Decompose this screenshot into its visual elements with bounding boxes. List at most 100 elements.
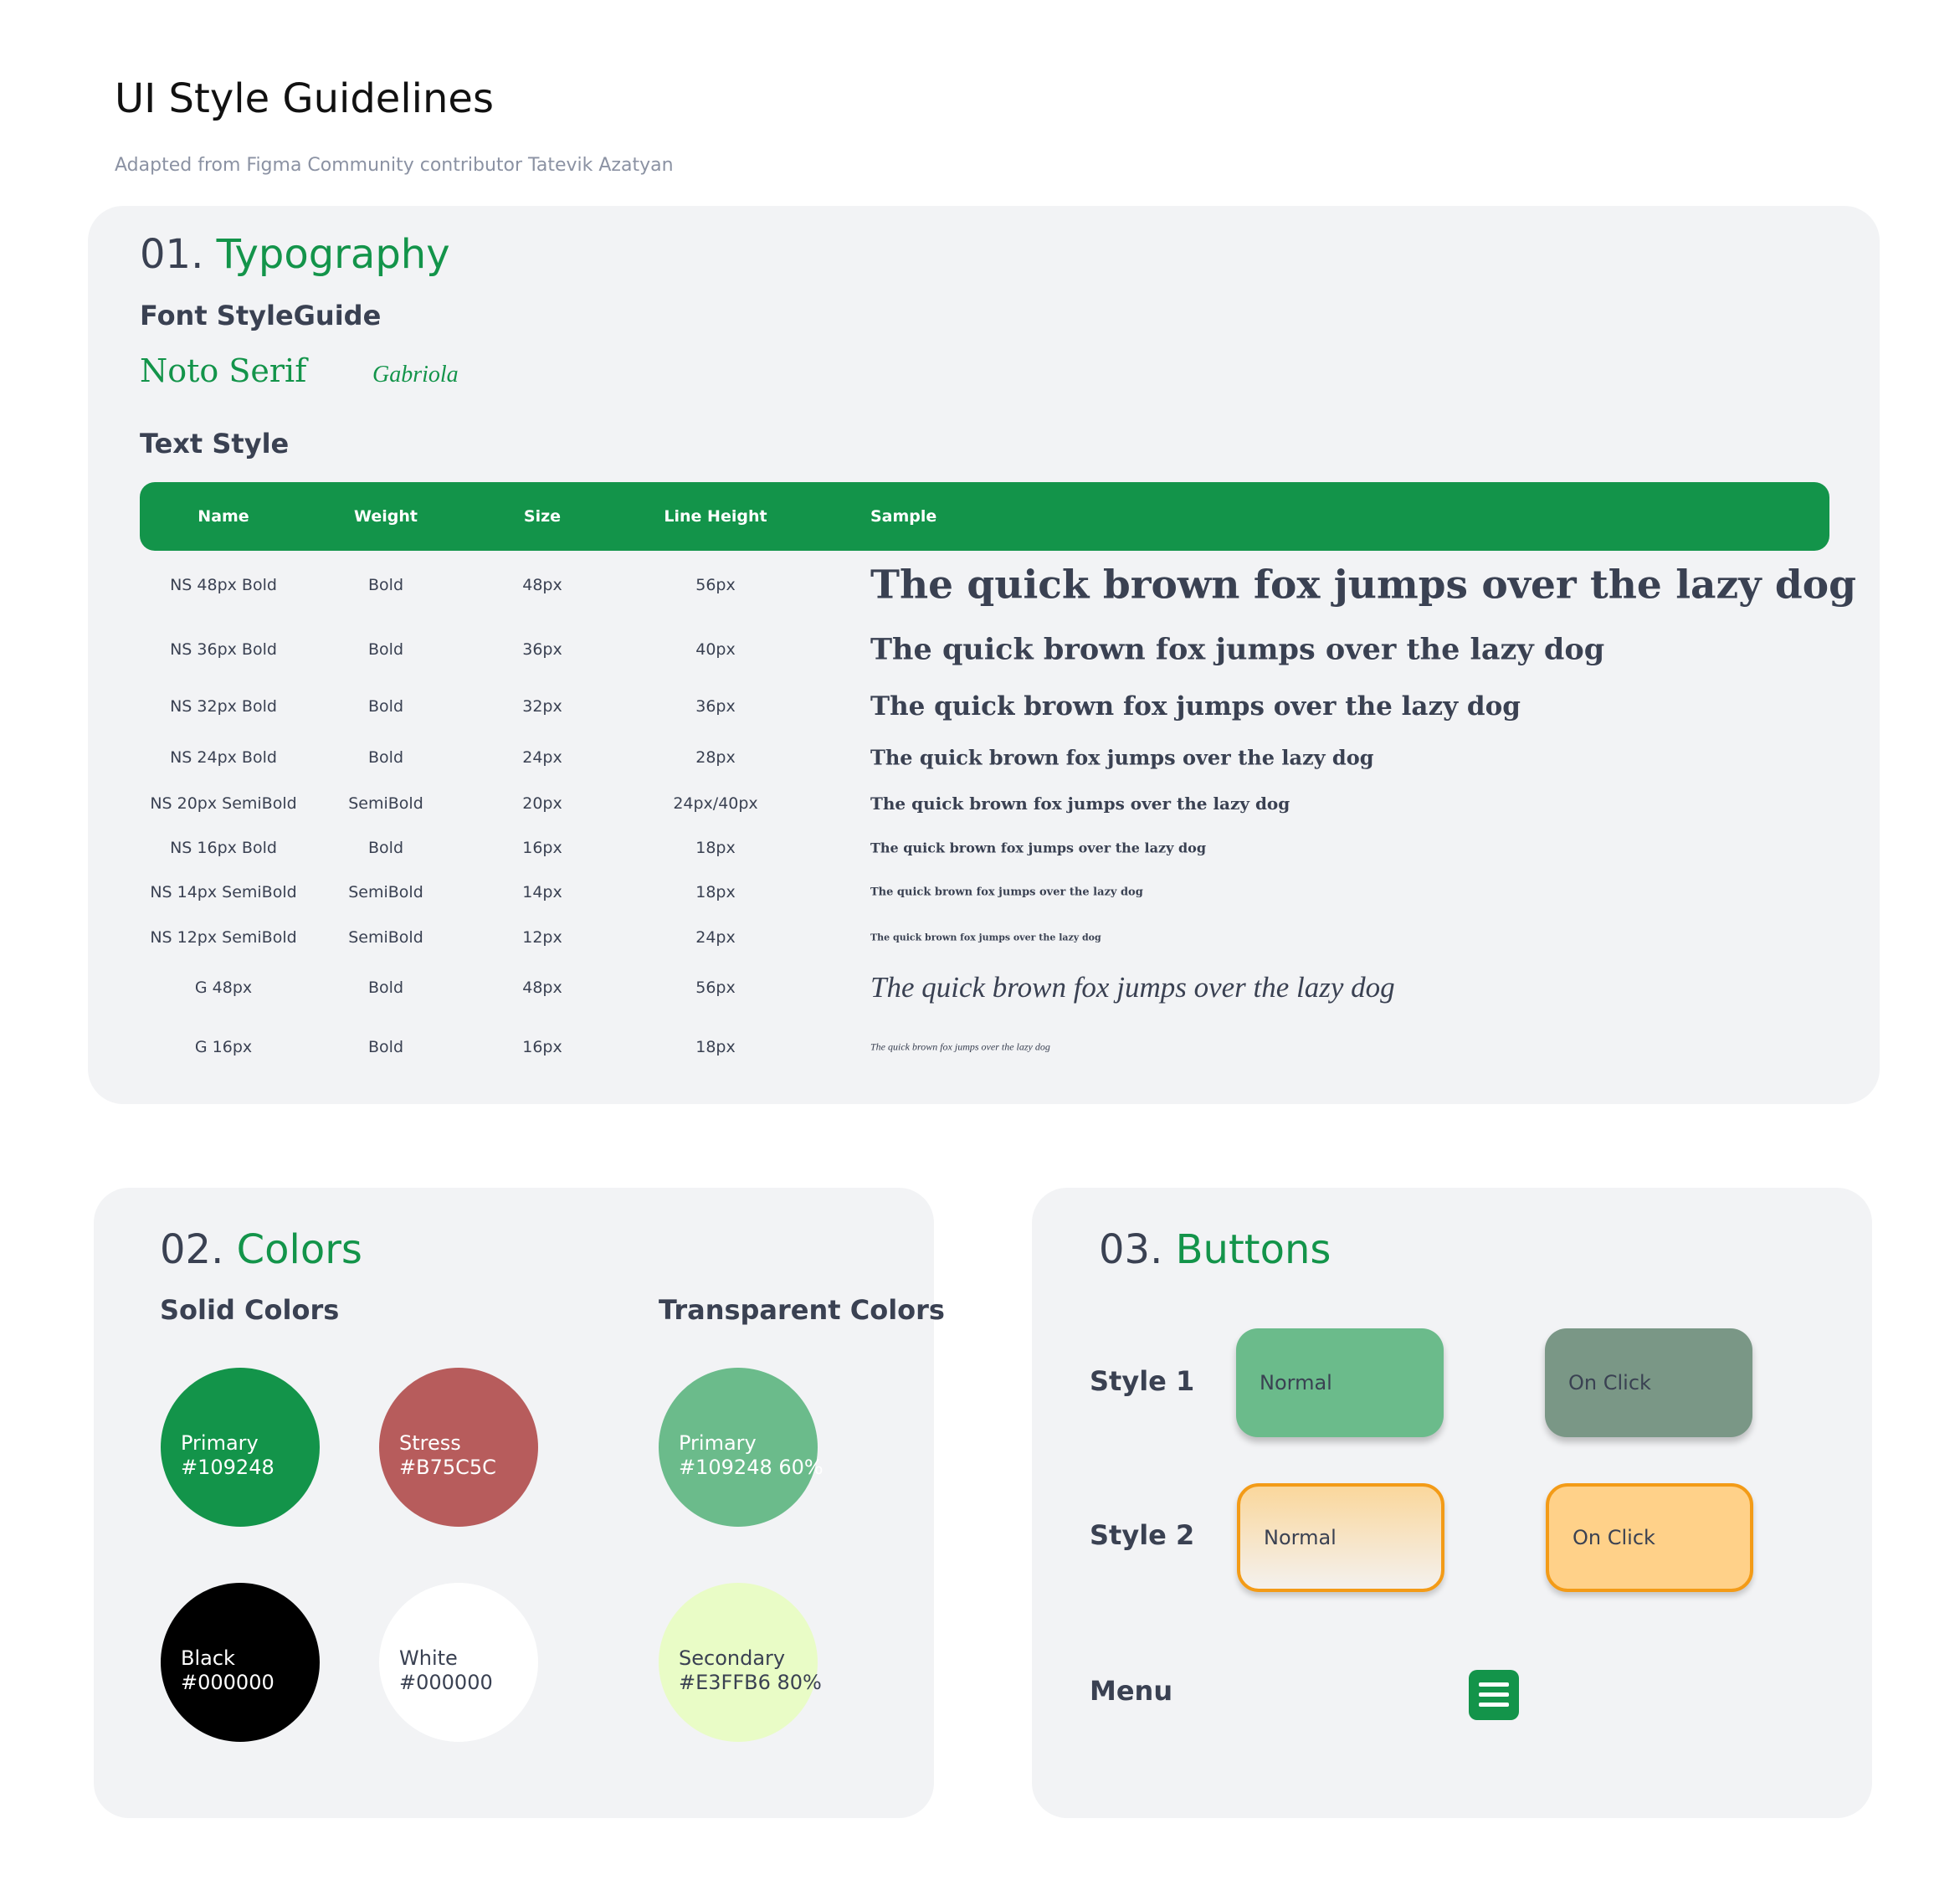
typography-card: 01. Typography Font StyleGuide Noto Seri… (88, 206, 1880, 1104)
swatch-label: Black #000000 (181, 1646, 275, 1695)
swatch-hex: #E3FFB6 80% (679, 1671, 822, 1694)
cell-name: NS 36px Bold (170, 640, 277, 659)
cell-size: 12px (522, 928, 562, 947)
section-number: 02. (160, 1226, 224, 1273)
style-2-normal-button[interactable]: Normal (1237, 1483, 1444, 1592)
style-2-on-click-button[interactable]: On Click (1546, 1483, 1753, 1592)
transparent-colors-heading: Transparent Colors (659, 1294, 945, 1326)
swatch-label: Stress #B75C5C (399, 1431, 496, 1480)
swatch-hex: #B75C5C (399, 1456, 496, 1479)
cell-line-height: 24px (695, 928, 736, 947)
style-1-normal-button[interactable]: Normal (1236, 1328, 1444, 1437)
menu-bar (1479, 1692, 1509, 1697)
style-1-label: Style 1 (1090, 1365, 1195, 1397)
swatch-label: Primary #109248 (181, 1431, 275, 1480)
style-1-on-click-button[interactable]: On Click (1545, 1328, 1752, 1437)
cell-line-height: 56px (695, 576, 736, 594)
cell-weight: Bold (368, 748, 403, 767)
solid-colors-heading: Solid Colors (160, 1294, 340, 1326)
cell-sample: The quick brown fox jumps over the lazy … (870, 840, 1206, 856)
cell-weight: Bold (368, 1038, 403, 1056)
cell-weight: SemiBold (348, 928, 423, 947)
cell-line-height: 18px (695, 883, 736, 901)
cell-weight: SemiBold (348, 794, 423, 813)
swatch-name: Stress (399, 1431, 461, 1455)
column-header-line-height: Line Height (664, 507, 767, 526)
buttons-section-title: 03. Buttons (1099, 1226, 1331, 1273)
cell-name: NS 16px Bold (170, 839, 277, 857)
swatch-name: Primary (181, 1431, 259, 1455)
cell-name: NS 48px Bold (170, 576, 277, 594)
cell-size: 24px (522, 748, 562, 767)
hamburger-menu-icon[interactable] (1469, 1670, 1519, 1720)
color-swatch: Black #000000 (161, 1583, 320, 1742)
cell-line-height: 36px (695, 697, 736, 716)
column-header-name: Name (198, 507, 249, 526)
swatch-name: Secondary (679, 1646, 786, 1670)
cell-weight: SemiBold (348, 883, 423, 901)
cell-size: 16px (522, 839, 562, 857)
menu-bar (1479, 1703, 1509, 1707)
cell-sample: The quick brown fox jumps over the lazy … (870, 971, 1395, 1004)
cell-sample: The quick brown fox jumps over the lazy … (870, 1040, 1050, 1053)
cell-name: G 16px (194, 1038, 253, 1056)
button-label: Normal (1264, 1526, 1337, 1549)
cell-line-height: 28px (695, 748, 736, 767)
cell-name: NS 24px Bold (170, 748, 277, 767)
swatch-label: Secondary #E3FFB6 80% (679, 1646, 822, 1695)
cell-weight: Bold (368, 640, 403, 659)
cell-size: 16px (522, 1038, 562, 1056)
cell-size: 14px (522, 883, 562, 901)
font-sample-gabriola: Gabriola (372, 362, 459, 388)
color-swatch: Primary #109248 (161, 1368, 320, 1527)
style-2-label: Style 2 (1090, 1519, 1195, 1551)
button-label: On Click (1568, 1371, 1651, 1394)
cell-name: NS 12px SemiBold (150, 928, 297, 947)
cell-sample: The quick brown fox jumps over the lazy … (870, 745, 1374, 770)
section-name: Buttons (1175, 1226, 1331, 1273)
swatch-label: White #000000 (399, 1646, 493, 1695)
cell-size: 20px (522, 794, 562, 813)
cell-line-height: 18px (695, 1038, 736, 1056)
table-header: Name Weight Size Line Height Sample (140, 482, 1829, 551)
cell-sample: The quick brown fox jumps over the lazy … (870, 562, 1856, 609)
cell-line-height: 18px (695, 839, 736, 857)
cell-size: 32px (522, 697, 562, 716)
color-swatch: Primary #109248 60% (659, 1368, 824, 1527)
cell-sample: The quick brown fox jumps over the lazy … (870, 691, 1521, 722)
cell-size: 48px (522, 978, 562, 997)
buttons-card: 03. Buttons Style 1 Normal On Click Styl… (1032, 1188, 1872, 1818)
page-title: UI Style Guidelines (115, 75, 494, 122)
typography-section-title: 01. Typography (140, 231, 450, 278)
swatch-name: Primary (679, 1431, 757, 1455)
swatch-label: Primary #109248 60% (679, 1431, 824, 1480)
page-subtitle: Adapted from Figma Community contributor… (115, 155, 674, 176)
section-number: 03. (1099, 1226, 1163, 1273)
colors-section-title: 02. Colors (160, 1226, 362, 1273)
color-swatch: White #000000 (379, 1583, 538, 1742)
column-header-sample: Sample (870, 507, 937, 526)
cell-name: G 48px (194, 978, 253, 997)
cell-sample: The quick brown fox jumps over the lazy … (870, 932, 1101, 943)
cell-line-height: 24px/40px (673, 794, 758, 813)
cell-weight: Bold (368, 839, 403, 857)
color-swatch: Secondary #E3FFB6 80% (659, 1583, 822, 1742)
section-name: Colors (236, 1226, 362, 1273)
cell-size: 36px (522, 640, 562, 659)
cell-weight: Bold (368, 576, 403, 594)
swatch-hex: #109248 (181, 1456, 275, 1479)
cell-size: 48px (522, 576, 562, 594)
section-number: 01. (140, 231, 204, 278)
cell-name: NS 14px SemiBold (150, 883, 297, 901)
swatch-hex: #109248 60% (679, 1456, 824, 1479)
swatch-name: White (399, 1646, 458, 1670)
menu-bar (1479, 1682, 1509, 1687)
text-style-heading: Text Style (140, 428, 290, 460)
cell-name: NS 20px SemiBold (150, 794, 297, 813)
cell-sample: The quick brown fox jumps over the lazy … (870, 794, 1290, 814)
column-header-size: Size (523, 507, 562, 526)
colors-card: 02. Colors Solid Colors Transparent Colo… (94, 1188, 945, 1818)
cell-weight: Bold (368, 978, 403, 997)
swatch-name: Black (181, 1646, 235, 1670)
color-swatch: Stress #B75C5C (379, 1368, 538, 1527)
